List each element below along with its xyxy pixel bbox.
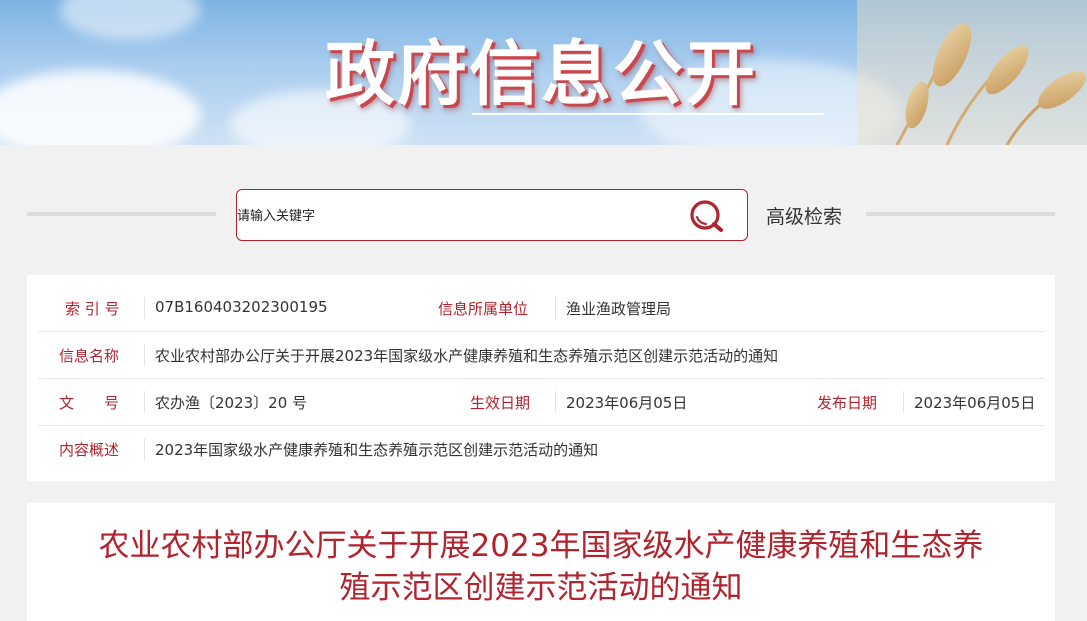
summary-label: 内容概述 xyxy=(59,441,120,459)
divider xyxy=(144,297,145,319)
cloud-decoration xyxy=(0,70,200,145)
search-input[interactable] xyxy=(237,204,657,228)
search-box xyxy=(236,189,748,241)
search-row: 高级检索 xyxy=(27,189,1055,241)
summary-value: 2023年国家级水产健康养殖和生态养殖示范区创建示范活动的通知 xyxy=(155,441,599,459)
effective-date-label: 生效日期 xyxy=(470,394,531,412)
search-icon[interactable] xyxy=(689,199,725,235)
table-row: 索 引 号 07B160403202300195 信息所属单位 渔业渔政管理局 xyxy=(38,285,1044,332)
name-label: 信息名称 xyxy=(59,347,120,365)
divider xyxy=(144,438,145,460)
article-title: 农业农村部办公厅关于开展2023年国家级水产健康养殖和生态养 殖示范区创建示范活… xyxy=(77,525,1005,609)
divider-line xyxy=(27,212,216,216)
unit-label: 信息所属单位 xyxy=(438,300,529,318)
divider xyxy=(903,391,904,413)
effective-date-value: 2023年06月05日 xyxy=(566,394,688,412)
article-panel: 农业农村部办公厅关于开展2023年国家级水产健康养殖和生态养 殖示范区创建示范活… xyxy=(27,503,1055,621)
table-row: 内容概述 2023年国家级水产健康养殖和生态养殖示范区创建示范活动的通知 xyxy=(38,426,1044,473)
table-row: 信息名称 农业农村部办公厅关于开展2023年国家级水产健康养殖和生态养殖示范区创… xyxy=(38,332,1044,379)
divider xyxy=(555,391,556,413)
divider xyxy=(555,297,556,319)
table-row: 文 号 农办渔〔2023〕20 号 生效日期 2023年06月05日 发布日期 … xyxy=(38,379,1044,426)
divider-line xyxy=(866,212,1055,216)
doc-number-value: 农办渔〔2023〕20 号 xyxy=(155,394,308,412)
publish-date-label: 发布日期 xyxy=(817,394,878,412)
divider xyxy=(144,344,145,366)
doc-number-label: 文 号 xyxy=(59,394,120,412)
unit-value: 渔业渔政管理局 xyxy=(566,300,672,318)
page-banner-title: 政府信息公开 xyxy=(325,33,757,115)
cloud-decoration xyxy=(60,0,200,40)
advanced-search-link[interactable]: 高级检索 xyxy=(766,202,842,229)
article-title-line: 农业农村部办公厅关于开展2023年国家级水产健康养殖和生态养 xyxy=(98,528,984,564)
banner-underline xyxy=(472,113,824,115)
name-value: 农业农村部办公厅关于开展2023年国家级水产健康养殖和生态养殖示范区创建示范活动… xyxy=(155,347,779,365)
article-title-line: 殖示范区创建示范活动的通知 xyxy=(339,570,743,606)
wheat-decoration xyxy=(857,0,1087,145)
info-table: 索 引 号 07B160403202300195 信息所属单位 渔业渔政管理局 … xyxy=(27,275,1055,481)
divider xyxy=(144,391,145,413)
publish-date-value: 2023年06月05日 xyxy=(914,394,1036,412)
index-label: 索 引 号 xyxy=(65,300,120,318)
banner: 政府信息公开 xyxy=(0,0,1087,145)
index-value: 07B160403202300195 xyxy=(155,298,328,316)
